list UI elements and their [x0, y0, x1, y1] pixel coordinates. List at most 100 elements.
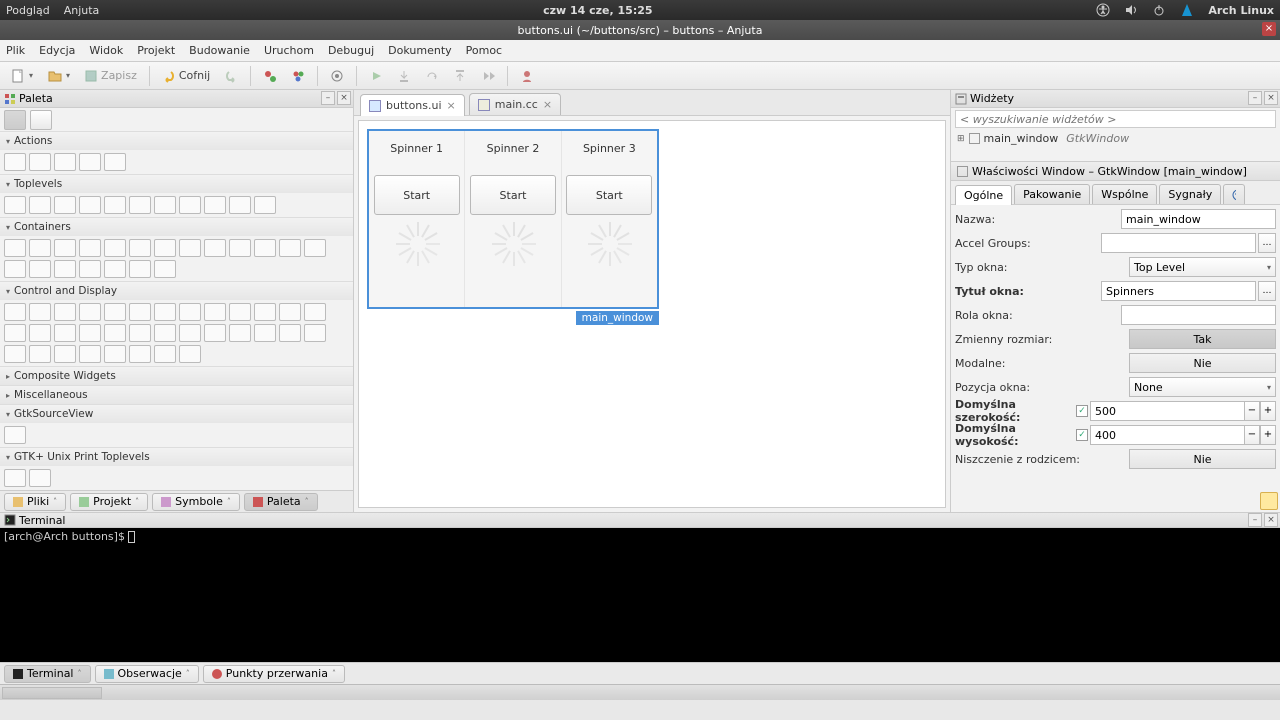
palette-widget[interactable]: [29, 324, 51, 342]
prop-defh-input[interactable]: [1090, 425, 1244, 445]
prop-name-input[interactable]: [1121, 209, 1276, 229]
toolbar-open-button[interactable]: ▾: [43, 65, 74, 87]
palette-widget[interactable]: [54, 196, 76, 214]
toolbar-build-button[interactable]: [259, 65, 281, 87]
toolbar-step-out-button[interactable]: [449, 65, 471, 87]
palette-widget[interactable]: [279, 303, 301, 321]
toolbar-undo-button[interactable]: Cofnij: [158, 65, 214, 87]
volume-icon[interactable]: [1124, 3, 1138, 17]
panel-min-icon[interactable]: –: [321, 91, 335, 105]
palette-widget[interactable]: [4, 260, 26, 278]
palette-widget[interactable]: [104, 345, 126, 363]
tab-close-icon[interactable]: ×: [543, 98, 552, 111]
palette-widget[interactable]: [154, 239, 176, 257]
btab-watches[interactable]: Obserwacje˄: [95, 665, 199, 683]
palette-widget[interactable]: [4, 196, 26, 214]
palette-widget[interactable]: [79, 303, 101, 321]
ptab-signals[interactable]: Sygnały: [1159, 184, 1221, 204]
ptab-general[interactable]: Ogólne: [955, 185, 1012, 205]
palette-widget[interactable]: [104, 324, 126, 342]
palette-widget[interactable]: [4, 239, 26, 257]
prop-resizable-toggle[interactable]: Tak: [1129, 329, 1276, 349]
design-button-1[interactable]: Start: [374, 175, 460, 215]
palette-widget[interactable]: [104, 239, 126, 257]
menu-documents[interactable]: Dokumenty: [388, 44, 451, 57]
menu-project[interactable]: Projekt: [137, 44, 175, 57]
palette-widget[interactable]: [254, 239, 276, 257]
palette-widget[interactable]: [129, 260, 151, 278]
palette-widget[interactable]: [179, 324, 201, 342]
toolbar-run-button[interactable]: [365, 65, 387, 87]
palette-widget[interactable]: [279, 324, 301, 342]
palette-widget[interactable]: [304, 324, 326, 342]
widget-page-setup[interactable]: [29, 469, 51, 487]
palette-widget[interactable]: [79, 260, 101, 278]
prop-defw-check[interactable]: [1076, 405, 1088, 417]
menu-edit[interactable]: Edycja: [39, 44, 75, 57]
panel-item-anjuta[interactable]: Anjuta: [64, 4, 100, 17]
prop-position-combo[interactable]: None▾: [1129, 377, 1276, 397]
toolbar-step-over-button[interactable]: [421, 65, 443, 87]
spin-down-button[interactable]: −: [1244, 401, 1260, 421]
palette-header[interactable]: Paleta –×: [0, 90, 353, 108]
palette-widget[interactable]: [129, 196, 151, 214]
palette-widget[interactable]: [79, 324, 101, 342]
widgets-header[interactable]: Widżety –×: [951, 90, 1280, 108]
widget-sourceview[interactable]: [4, 426, 26, 444]
tab-main-cc[interactable]: main.cc×: [469, 93, 561, 115]
palette-widget[interactable]: [29, 196, 51, 214]
palette-widget[interactable]: [54, 324, 76, 342]
palette-widget[interactable]: [29, 345, 51, 363]
prop-type-combo[interactable]: Top Level▾: [1129, 257, 1276, 277]
tab-close-icon[interactable]: ×: [447, 99, 456, 112]
design-button-3[interactable]: Start: [566, 175, 652, 215]
menu-file[interactable]: Plik: [6, 44, 25, 57]
palette-widget[interactable]: [129, 324, 151, 342]
toolbar-continue-button[interactable]: [477, 65, 499, 87]
spin-up-button[interactable]: +: [1260, 425, 1276, 445]
terminal-header[interactable]: Terminal –×: [0, 512, 1280, 528]
window-titlebar[interactable]: buttons.ui (~/buttons/src) – buttons – A…: [0, 20, 1280, 40]
palette-widget[interactable]: [29, 260, 51, 278]
btab-files[interactable]: Pliki˄: [4, 493, 66, 511]
palette-widget[interactable]: [129, 345, 151, 363]
palette-widget[interactable]: [29, 153, 51, 171]
palette-widget[interactable]: [204, 239, 226, 257]
power-icon[interactable]: [1152, 3, 1166, 17]
palette-widget[interactable]: [229, 196, 251, 214]
palette-widget[interactable]: [179, 303, 201, 321]
panel-item-preview[interactable]: Podgląd: [6, 4, 50, 17]
palette-widget[interactable]: [54, 260, 76, 278]
ptab-a11y[interactable]: [1223, 184, 1245, 204]
toolbar-step-into-button[interactable]: [393, 65, 415, 87]
terminal-area[interactable]: [arch@Arch buttons]$: [0, 528, 1280, 662]
ptab-packing[interactable]: Pakowanie: [1014, 184, 1090, 204]
menu-help[interactable]: Pomoc: [466, 44, 502, 57]
design-label-2[interactable]: Spinner 2: [487, 131, 540, 165]
designed-window[interactable]: Spinner 1 Start Spinner 2 Start Spinner …: [367, 129, 659, 309]
palette-widget[interactable]: [204, 303, 226, 321]
prop-modal-toggle[interactable]: Nie: [1129, 353, 1276, 373]
menu-debug[interactable]: Debuguj: [328, 44, 374, 57]
design-spinner-1[interactable]: [394, 221, 440, 267]
palette-widget[interactable]: [79, 153, 101, 171]
btab-breakpoints[interactable]: Punkty przerwania˄: [203, 665, 345, 683]
palette-widget[interactable]: [129, 239, 151, 257]
palette-widget[interactable]: [4, 153, 26, 171]
palette-widget[interactable]: [54, 239, 76, 257]
palette-widget[interactable]: [54, 345, 76, 363]
panel-min-icon[interactable]: –: [1248, 513, 1262, 527]
palette-widget[interactable]: [154, 345, 176, 363]
palette-widget[interactable]: [4, 324, 26, 342]
a11y-icon[interactable]: [1096, 3, 1110, 17]
palette-widget[interactable]: [54, 303, 76, 321]
panel-min-icon[interactable]: –: [1248, 91, 1262, 105]
prop-defw-input[interactable]: [1090, 401, 1244, 421]
panel-close-icon[interactable]: ×: [1264, 91, 1278, 105]
palette-widget[interactable]: [29, 303, 51, 321]
palette-widget[interactable]: [79, 239, 101, 257]
palette-widget[interactable]: [154, 196, 176, 214]
palette-widget[interactable]: [254, 196, 276, 214]
palette-widget[interactable]: [29, 239, 51, 257]
palette-widget[interactable]: [104, 196, 126, 214]
